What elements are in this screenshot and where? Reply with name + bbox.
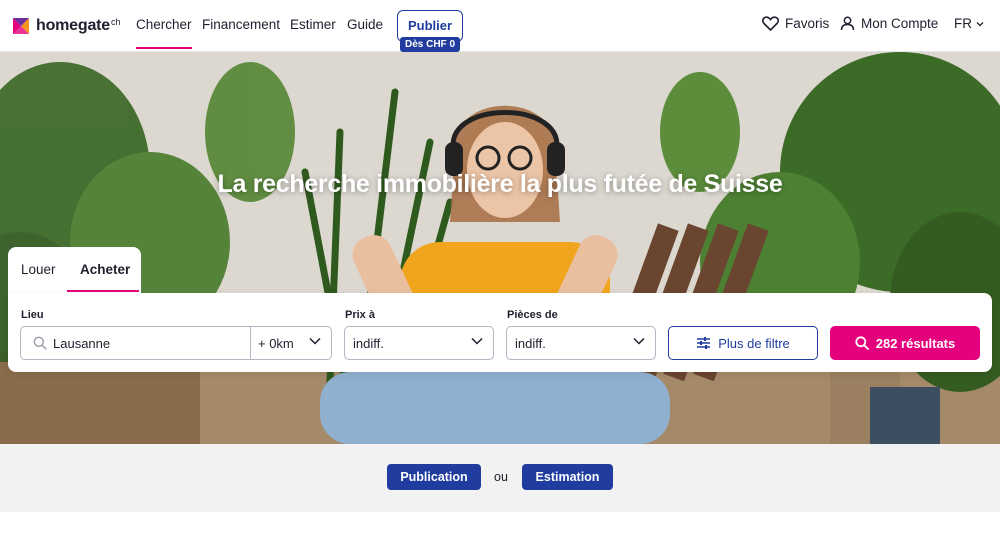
publish-price-badge: Dès CHF 0: [400, 37, 460, 52]
chevron-down-icon: [471, 337, 483, 345]
favorites-label: Favoris: [785, 16, 830, 31]
sliders-icon: [697, 337, 711, 349]
hero-photo: [0, 52, 1000, 444]
price-select[interactable]: indiff.: [344, 326, 494, 360]
search-icon: [855, 336, 869, 350]
location-input[interactable]: Lausanne + 0km: [20, 326, 332, 360]
price-value: indiff.: [353, 335, 384, 351]
results-label: 282 résultats: [875, 335, 956, 351]
results-button[interactable]: 282 résultats: [830, 326, 980, 360]
rooms-label: Pièces de: [507, 309, 558, 321]
account-label: Mon Compte: [861, 16, 939, 31]
language-selector[interactable]: FR: [954, 16, 984, 31]
nav-financement[interactable]: Financement: [202, 17, 280, 32]
hero-title: La recherche immobilière la plus futée d…: [217, 170, 783, 198]
rooms-value: indiff.: [515, 335, 546, 351]
nav-chercher[interactable]: Chercher: [136, 17, 192, 49]
nav-guide[interactable]: Guide: [347, 17, 383, 32]
publication-button[interactable]: Publication: [387, 464, 481, 490]
location-value: Lausanne: [53, 335, 111, 351]
field-divider: [250, 327, 251, 359]
publish-label: Publier: [407, 18, 453, 33]
logo-mark-icon: [13, 18, 29, 34]
heart-icon: [762, 16, 779, 31]
search-tabs: Louer Acheter: [8, 247, 141, 293]
location-label: Lieu: [21, 309, 44, 321]
more-filters-label: Plus de filtre: [718, 335, 790, 351]
chevron-down-icon: [633, 337, 645, 345]
estimation-button[interactable]: Estimation: [522, 464, 613, 490]
favorites-link[interactable]: Favoris: [762, 16, 829, 31]
chevron-down-icon: [309, 337, 321, 345]
price-label: Prix à: [345, 309, 375, 321]
top-header: homegate ch Chercher Financement Estimer…: [0, 0, 1000, 52]
rooms-select[interactable]: indiff.: [506, 326, 656, 360]
search-icon: [33, 336, 47, 350]
user-icon: [840, 16, 855, 31]
estimation-label: Estimation: [535, 470, 600, 484]
or-label: ou: [494, 470, 508, 484]
account-link[interactable]: Mon Compte: [840, 16, 938, 31]
more-filters-button[interactable]: Plus de filtre: [668, 326, 818, 360]
radius-select[interactable]: + 0km: [258, 336, 294, 351]
nav-estimer[interactable]: Estimer: [290, 17, 336, 32]
publication-label: Publication: [400, 470, 468, 484]
language-label: FR: [954, 16, 972, 31]
logo-suffix: ch: [110, 17, 121, 27]
hero-banner: La recherche immobilière la plus futée d…: [0, 52, 1000, 444]
active-tab-indicator: [67, 290, 139, 292]
tab-acheter[interactable]: Acheter: [80, 262, 130, 277]
tab-louer[interactable]: Louer: [21, 262, 56, 277]
chevron-down-icon: [976, 21, 984, 26]
homegate-logo[interactable]: homegate ch: [12, 16, 122, 36]
logo-text: homegate: [36, 17, 110, 34]
